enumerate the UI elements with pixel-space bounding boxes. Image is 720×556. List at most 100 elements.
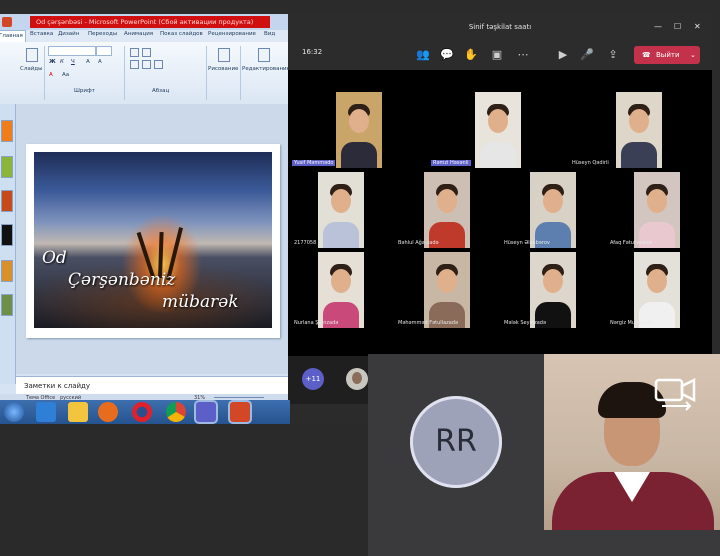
chat-icon[interactable]: 💬 [440, 48, 454, 62]
participant-name: Bəhlul Ağa-zadə [398, 240, 439, 246]
font-grow-button[interactable]: A [86, 59, 90, 65]
leave-label: Выйти [656, 51, 680, 59]
microphone-icon[interactable]: 🎤 [580, 48, 594, 62]
media-player-icon[interactable] [98, 402, 118, 422]
participant-name: Mələk Seyidzadə [504, 320, 547, 326]
align-left-icon[interactable] [130, 60, 139, 69]
thumbnail-slide[interactable] [1, 260, 13, 282]
participants-icon[interactable]: 👥 [416, 48, 430, 62]
bold-button[interactable]: Ж [49, 59, 56, 65]
share-screen-icon[interactable]: ⇪ [606, 48, 620, 62]
thumbnail-slide[interactable] [1, 294, 13, 316]
new-slide-icon[interactable] [26, 48, 38, 62]
thumbnail-slide[interactable] [1, 120, 13, 142]
powerpoint-titlebar: Od çərşənbəsi - Microsoft PowerPoint (Сб… [0, 14, 290, 30]
editing-label[interactable]: Редактирование [242, 66, 290, 72]
tab-animation[interactable]: Анимация [124, 31, 153, 37]
maximize-icon[interactable]: ☐ [674, 14, 681, 40]
tab-slideshow[interactable]: Показ слайдов [160, 31, 203, 37]
participant-tile[interactable] [336, 92, 382, 168]
thumbnail-slide[interactable] [1, 190, 13, 212]
windows-taskbar [0, 400, 290, 424]
more-participants-badge[interactable]: +11 [302, 368, 324, 390]
phone-hangup-icon: ☎ [642, 51, 651, 59]
change-case-button[interactable]: Aa [62, 72, 69, 78]
font-size-dropdown[interactable] [96, 46, 112, 56]
participant-name: Afaq Fətullazadə [610, 240, 652, 246]
meeting-timer: 16:32 [302, 48, 323, 56]
zoom-slider[interactable] [214, 397, 264, 398]
caller-panel: RR [368, 354, 544, 530]
teams-icon[interactable] [196, 402, 216, 422]
participant-tile[interactable] [318, 172, 364, 248]
slide-text-line2: Çərşənbəniz [68, 270, 176, 290]
slide-editor[interactable]: Od Çərşənbəniz mübarək [16, 104, 290, 374]
tab-transitions[interactable]: Переходы [88, 31, 117, 37]
breakout-rooms-icon[interactable]: ▣ [490, 48, 504, 62]
bonfire-photo: Od Çərşənbəniz mübarək [34, 152, 272, 328]
participant-name: Yusif Məmmədo [292, 160, 336, 166]
shapes-icon[interactable] [218, 48, 230, 62]
powerpoint-icon[interactable] [230, 402, 250, 422]
participant-tile[interactable] [616, 92, 662, 168]
teams-window: Sinif təşkilat saatı — ☐ ✕ 16:32 👥 💬 ✋ ▣… [288, 14, 712, 404]
ie-icon[interactable] [36, 402, 56, 422]
leave-button[interactable]: ☎ Выйти ⌄ [634, 46, 700, 64]
participant-tile[interactable] [318, 252, 364, 328]
participant-tile[interactable] [424, 252, 470, 328]
video-grid: Yusif Məmmədo Rəmzi Həsənli Hüseyn Qədir… [288, 70, 712, 356]
avatar[interactable] [346, 368, 368, 390]
tab-home[interactable]: Главная [0, 30, 26, 42]
minimize-icon[interactable]: — [654, 14, 662, 40]
camera-switch-icon[interactable] [654, 376, 698, 412]
self-camera-view[interactable] [544, 354, 720, 530]
thumbnail-slide[interactable] [1, 156, 13, 178]
tab-view[interactable]: Вид [264, 31, 275, 37]
participant-name: Nurlana Şirinzadə [294, 320, 339, 326]
close-icon[interactable]: ✕ [694, 14, 701, 40]
participant-tile[interactable] [634, 252, 680, 328]
participant-tile[interactable] [475, 92, 521, 168]
meeting-toolbar: 16:32 👥 💬 ✋ ▣ ⋯ ▶ 🎤 ⇪ ☎ Выйти ⌄ [288, 40, 712, 71]
windows-start-icon[interactable] [4, 402, 24, 422]
slide-thumbnails [0, 104, 16, 384]
tab-insert[interactable]: Вставка [30, 31, 53, 37]
notes-field[interactable]: Заметки к слайду [16, 376, 290, 394]
participant-tile[interactable] [634, 172, 680, 248]
find-icon[interactable] [258, 48, 270, 62]
explorer-icon[interactable] [68, 402, 88, 422]
current-slide[interactable]: Od Çərşənbəniz mübarək [26, 144, 280, 338]
font-name-dropdown[interactable] [48, 46, 96, 56]
participant-name: Məhəmməd Fətullazadə [398, 320, 459, 326]
align-right-icon[interactable] [154, 60, 163, 69]
tab-review[interactable]: Рецензирование [208, 31, 256, 37]
raise-hand-icon[interactable]: ✋ [464, 48, 478, 62]
caller-avatar[interactable]: RR [410, 396, 502, 488]
participant-tile[interactable] [424, 172, 470, 248]
camera-icon[interactable]: ▶ [556, 48, 570, 62]
powerpoint-app-icon[interactable] [2, 17, 12, 27]
participant-name: 2177058 [294, 240, 317, 246]
bullets-icon[interactable] [130, 48, 139, 57]
powerpoint-window: Od çərşənbəsi - Microsoft PowerPoint (Сб… [0, 14, 290, 402]
chrome-icon[interactable] [166, 402, 186, 422]
slides-label[interactable]: Слайды [20, 66, 42, 72]
drawing-label[interactable]: Рисование [208, 66, 238, 72]
font-group-label: Шрифт [74, 88, 95, 94]
participant-tile[interactable] [530, 252, 576, 328]
font-shrink-button[interactable]: A [98, 59, 102, 65]
ribbon: Слайды Ж К Ч A A A Aa Шрифт Абзац Рисова… [0, 42, 290, 105]
participant-tile[interactable] [530, 172, 576, 248]
more-options-icon[interactable]: ⋯ [516, 48, 530, 62]
font-color-button[interactable]: A [49, 72, 53, 78]
thumbnail-slide[interactable] [1, 224, 13, 246]
meeting-title: Sinif təşkilat saatı [468, 23, 532, 31]
slide-text-line1: Od [42, 248, 67, 268]
desktop-background [0, 424, 370, 556]
underline-button[interactable]: Ч [71, 59, 75, 65]
tab-design[interactable]: Дизайн [58, 31, 79, 37]
numbering-icon[interactable] [142, 48, 151, 57]
opera-icon[interactable] [132, 402, 152, 422]
italic-button[interactable]: К [60, 59, 64, 65]
align-center-icon[interactable] [142, 60, 151, 69]
